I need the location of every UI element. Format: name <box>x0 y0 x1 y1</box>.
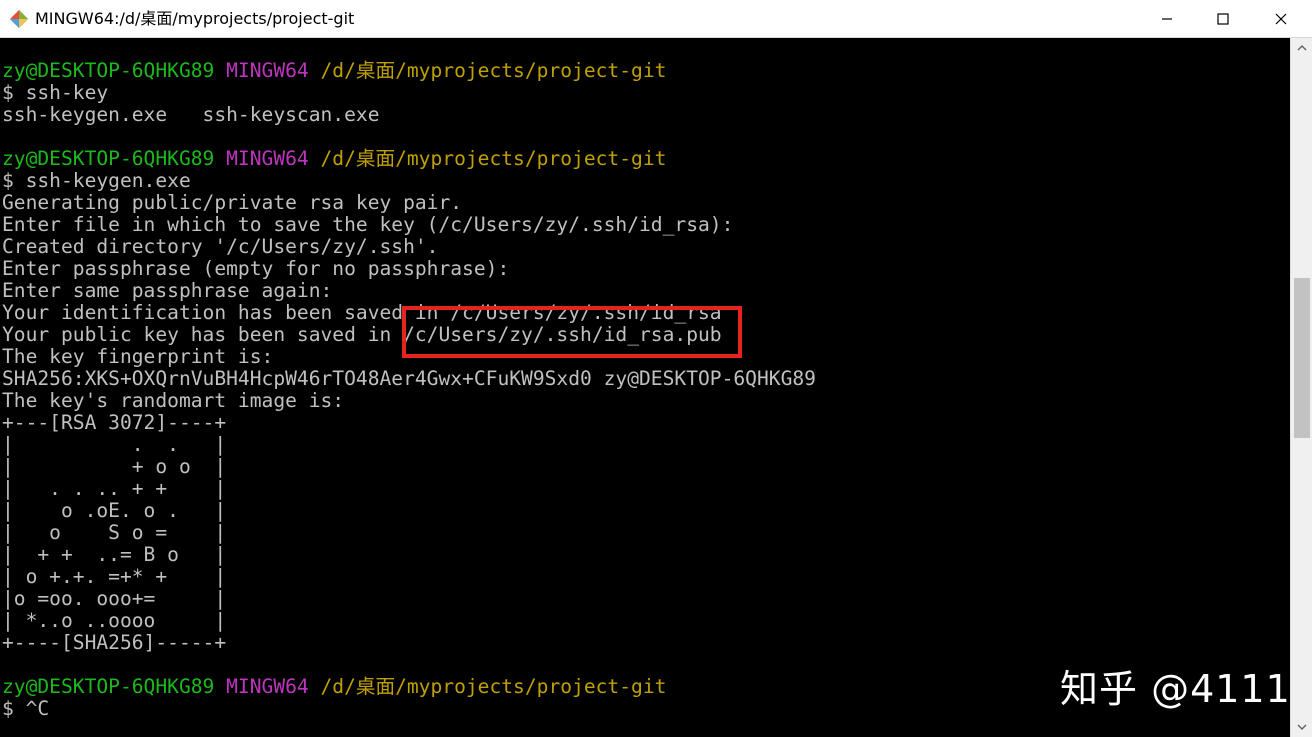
terminal-text-segment: zy@DESKTOP-6QHKG89 <box>2 147 215 170</box>
terminal-line: Your identification has been saved in /c… <box>2 302 816 324</box>
terminal-line: Enter same passphrase again: <box>2 280 816 302</box>
close-button[interactable] <box>1252 0 1310 38</box>
terminal-text-segment: $ ^C <box>2 697 50 720</box>
terminal-line: zy@DESKTOP-6QHKG89 MINGW64 /d/桌面/myproje… <box>2 676 816 698</box>
terminal-text-segment: The key fingerprint is: <box>2 345 274 368</box>
terminal-text-segment: ssh-keygen.exe ssh-keyscan.exe <box>2 103 380 126</box>
git-bash-icon <box>10 10 28 28</box>
terminal-line: $ ssh-key <box>2 82 816 104</box>
terminal-text-segment: MINGW64 <box>226 147 309 170</box>
terminal-text-segment: | o +.+. =+* + | <box>2 565 227 588</box>
terminal-line: Created directory '/c/Users/zy/.ssh'. <box>2 236 816 258</box>
terminal-line: Enter file in which to save the key (/c/… <box>2 214 816 236</box>
terminal-line: Enter passphrase (empty for no passphras… <box>2 258 816 280</box>
terminal-line: |o =oo. ooo+= | <box>2 588 816 610</box>
scroll-thumb[interactable] <box>1294 278 1310 438</box>
terminal-text-segment: | + + ..= B o | <box>2 543 227 566</box>
scroll-down-button[interactable] <box>1291 717 1312 737</box>
terminal-text-segment: $ ssh-keygen.exe <box>2 169 191 192</box>
terminal-line: | . . | <box>2 434 816 456</box>
title-bar[interactable]: MINGW64:/d/桌面/myprojects/project-git <box>0 0 1312 38</box>
terminal-line: | o +.+. =+* + | <box>2 566 816 588</box>
scroll-up-button[interactable] <box>1291 38 1312 58</box>
terminal-line: | o .oE. o . | <box>2 500 816 522</box>
terminal-line: ssh-keygen.exe ssh-keyscan.exe <box>2 104 816 126</box>
vertical-scrollbar[interactable] <box>1290 38 1312 737</box>
terminal-line: Generating public/private rsa key pair. <box>2 192 816 214</box>
maximize-icon <box>1217 13 1229 25</box>
terminal-output[interactable]: zy@DESKTOP-6QHKG89 MINGW64 /d/桌面/myproje… <box>0 38 1290 737</box>
watermark-text: 知乎 @4111 <box>1060 667 1290 711</box>
terminal-line: | . . .. + + | <box>2 478 816 500</box>
terminal-text-segment: | *..o ..oooo | <box>2 609 227 632</box>
terminal-text-segment: Your identification has been saved in /c… <box>2 301 722 324</box>
close-icon <box>1275 13 1287 25</box>
terminal-text-segment: Enter same passphrase again: <box>2 279 333 302</box>
terminal-lines: zy@DESKTOP-6QHKG89 MINGW64 /d/桌面/myproje… <box>2 60 816 720</box>
terminal-text-segment: Generating public/private rsa key pair. <box>2 191 463 214</box>
terminal-text-segment: Enter file in which to save the key (/c/… <box>2 213 734 236</box>
terminal-text-segment: | . . .. + + | <box>2 477 227 500</box>
terminal-text-segment: /d/桌面/myprojects/project-git <box>320 675 667 698</box>
terminal-line: | o S o = | <box>2 522 816 544</box>
terminal-text-segment: MINGW64 <box>226 59 309 82</box>
terminal-line: +----[SHA256]-----+ <box>2 632 816 654</box>
terminal-text-segment: Enter passphrase (empty for no passphras… <box>2 257 510 280</box>
terminal-text-segment: +----[SHA256]-----+ <box>2 631 227 654</box>
chevron-up-icon <box>1297 45 1307 51</box>
terminal-text-segment: SHA256:XKS+OXQrnVuBH4HcpW46rTO48Aer4Gwx+… <box>2 367 816 390</box>
terminal-text-segment: +---[RSA 3072]----+ <box>2 411 227 434</box>
terminal-window: MINGW64:/d/桌面/myprojects/project-git zy@… <box>0 0 1312 737</box>
terminal-line: | *..o ..oooo | <box>2 610 816 632</box>
terminal-text-segment: | . . | <box>2 433 227 456</box>
terminal-text-segment: $ ssh-key <box>2 81 109 104</box>
terminal-line: zy@DESKTOP-6QHKG89 MINGW64 /d/桌面/myproje… <box>2 148 816 170</box>
window-title: MINGW64:/d/桌面/myprojects/project-git <box>35 9 355 28</box>
terminal-text-segment: zy@DESKTOP-6QHKG89 <box>2 59 215 82</box>
terminal-line: The key's randomart image is: <box>2 390 816 412</box>
terminal-line: SHA256:XKS+OXQrnVuBH4HcpW46rTO48Aer4Gwx+… <box>2 368 816 390</box>
terminal-line: | + o o | <box>2 456 816 478</box>
terminal-text-segment: Your public key has been saved in /c/Use… <box>2 323 722 346</box>
terminal-line: | + + ..= B o | <box>2 544 816 566</box>
minimize-button[interactable] <box>1138 0 1196 38</box>
terminal-text-segment: | o .oE. o . | <box>2 499 227 522</box>
terminal-text-segment: zy@DESKTOP-6QHKG89 <box>2 675 215 698</box>
terminal-line: The key fingerprint is: <box>2 346 816 368</box>
terminal-text-segment: The key's randomart image is: <box>2 389 345 412</box>
terminal-line: Your public key has been saved in /c/Use… <box>2 324 816 346</box>
terminal-line: $ ssh-keygen.exe <box>2 170 816 192</box>
terminal-text-segment: | + o o | <box>2 455 227 478</box>
terminal-text-segment: Created directory '/c/Users/zy/.ssh'. <box>2 235 439 258</box>
terminal-text-segment: /d/桌面/myprojects/project-git <box>320 59 667 82</box>
terminal-text-segment: /d/桌面/myprojects/project-git <box>320 147 667 170</box>
terminal-line: zy@DESKTOP-6QHKG89 MINGW64 /d/桌面/myproje… <box>2 60 816 82</box>
terminal-text-segment: MINGW64 <box>226 675 309 698</box>
maximize-button[interactable] <box>1194 0 1252 38</box>
minimize-icon <box>1162 18 1172 20</box>
terminal-text-segment: | o S o = | <box>2 521 227 544</box>
chevron-down-icon <box>1297 724 1307 730</box>
terminal-line: $ ^C <box>2 698 816 720</box>
terminal-text-segment: |o =oo. ooo+= | <box>2 587 227 610</box>
terminal-line: +---[RSA 3072]----+ <box>2 412 816 434</box>
